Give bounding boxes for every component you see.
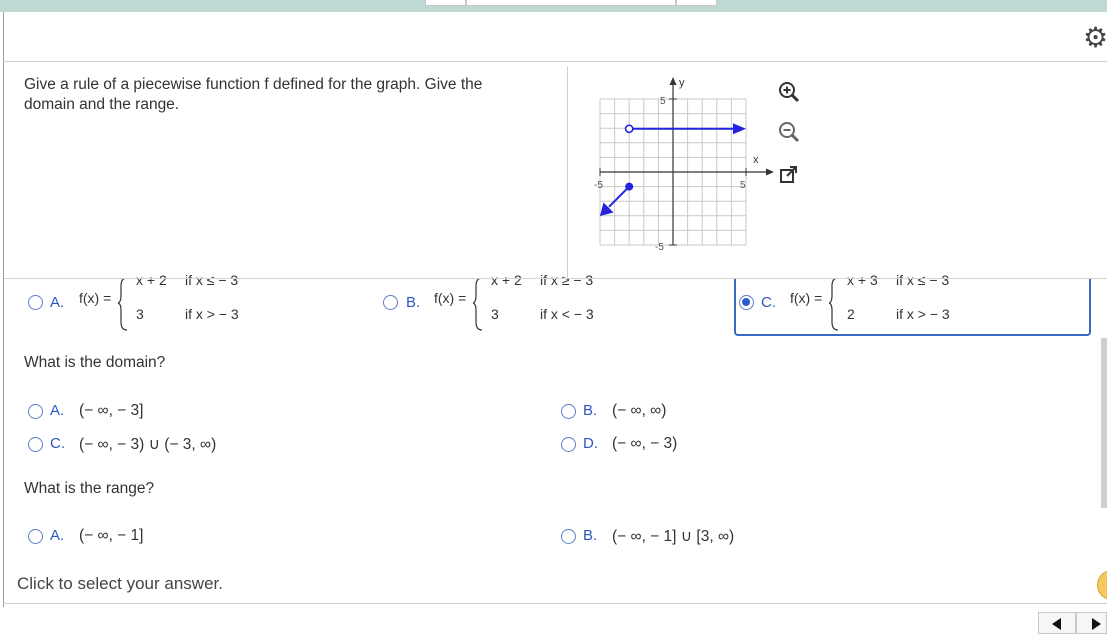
previous-button[interactable]	[1038, 612, 1076, 634]
choice-b-piece2-cond: if x < − 3	[540, 306, 594, 322]
range-b-text: (− ∞, − 1] ∪ [3, ∞)	[612, 528, 735, 545]
choice-b-brace	[473, 278, 483, 331]
footer-divider	[3, 603, 1107, 604]
domain-a-radio[interactable]	[28, 404, 43, 419]
top-tab-1[interactable]	[425, 0, 466, 6]
domain-d-radio[interactable]	[561, 437, 576, 452]
top-tab-2[interactable]	[466, 0, 676, 6]
status-text: Click to select your answer.	[17, 574, 223, 593]
open-endpoint	[624, 124, 634, 134]
choice-a-brace	[118, 278, 128, 331]
y-bottom-tick-label: -5	[655, 242, 664, 253]
y-top-tick-label: 5	[660, 96, 666, 107]
choice-b-piece1-cond: if x ≥ − 3	[540, 272, 594, 288]
range-question: What is the range?	[24, 480, 155, 497]
gear-icon[interactable]: ⚙	[1083, 24, 1107, 52]
zoom-in-button[interactable]	[776, 79, 802, 105]
popout-button[interactable]	[776, 162, 802, 188]
header-divider	[3, 61, 1107, 62]
domain-b-radio[interactable]	[561, 404, 576, 419]
chevron-left-icon	[1052, 618, 1061, 630]
range-b-letter: B.	[583, 527, 598, 544]
popout-icon	[780, 166, 797, 183]
help-icon[interactable]	[1097, 570, 1107, 600]
range-a-letter: A.	[50, 527, 65, 544]
range-a-radio[interactable]	[28, 529, 43, 544]
y-axis-label: y	[679, 77, 685, 89]
choice-a-piece2-cond: if x > − 3	[185, 306, 239, 322]
chevron-right-icon	[1092, 618, 1101, 630]
domain-b-text: (− ∞, ∞)	[612, 402, 667, 419]
choice-b-letter: B.	[406, 294, 421, 311]
choice-a-piece2-expr: 3	[136, 306, 144, 322]
zoom-out-icon	[779, 122, 800, 143]
zoom-out-button[interactable]	[776, 119, 802, 145]
domain-d-letter: D.	[583, 435, 598, 452]
closed-endpoint	[625, 182, 634, 191]
domain-a-letter: A.	[50, 402, 65, 419]
question-text: Give a rule of a piecewise function f de…	[24, 76, 483, 113]
next-button[interactable]	[1076, 612, 1107, 634]
piecewise-graph: y x 5 -5 -5 5	[594, 77, 774, 253]
domain-c-text: (− ∞, − 3) ∪ (− 3, ∞)	[79, 436, 217, 453]
top-tab-3[interactable]	[676, 0, 717, 6]
graph-bottom-divider	[4, 278, 1107, 279]
question-graph-divider	[567, 66, 568, 278]
x-left-tick-label: -5	[594, 180, 603, 191]
scrollbar-thumb[interactable]	[1101, 338, 1107, 508]
choice-a-radio[interactable]	[28, 295, 43, 310]
choice-a-letter: A.	[50, 294, 65, 311]
x-axis-label: x	[753, 154, 759, 166]
domain-c-radio[interactable]	[28, 437, 43, 452]
domain-question: What is the domain?	[24, 354, 166, 371]
choice-a-f-label: f(x) =	[79, 290, 112, 306]
domain-c-letter: C.	[50, 435, 65, 452]
domain-a-text: (− ∞, − 3]	[79, 402, 144, 419]
x-right-tick-label: 5	[740, 180, 746, 191]
range-a-text: (− ∞, − 1]	[79, 527, 144, 544]
domain-d-text: (− ∞, − 3)	[612, 435, 678, 452]
upper-ray-arrow	[733, 123, 746, 135]
choice-a-piece1-cond: if x ≤ − 3	[185, 272, 239, 288]
choice-b-piece2-expr: 3	[491, 306, 499, 322]
domain-b-letter: B.	[583, 402, 598, 419]
selected-choice-highlight	[734, 278, 1091, 336]
lower-ray	[608, 185, 630, 208]
choice-a-piece1-expr: x + 2	[136, 272, 167, 288]
zoom-in-icon	[779, 82, 800, 103]
range-b-radio[interactable]	[561, 529, 576, 544]
choice-b-radio[interactable]	[383, 295, 398, 310]
choice-b-f-label: f(x) =	[434, 290, 467, 306]
choice-b-piece1-expr: x + 2	[491, 272, 522, 288]
